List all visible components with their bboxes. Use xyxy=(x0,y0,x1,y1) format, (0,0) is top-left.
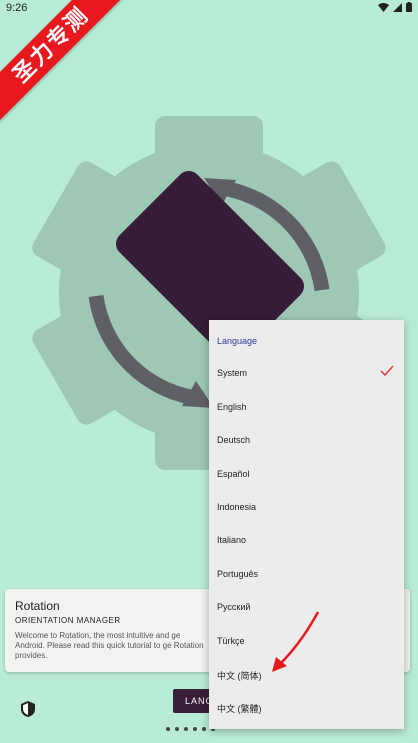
language-item-label: Indonesia xyxy=(217,502,257,512)
page-indicator xyxy=(166,727,215,731)
shield-icon[interactable] xyxy=(19,700,37,718)
page-dot xyxy=(166,727,170,731)
language-item-system[interactable]: System xyxy=(209,356,404,389)
language-menu: Language System English Deutsch Español … xyxy=(209,320,404,729)
card-title: Rotation xyxy=(15,599,60,613)
language-item-russian[interactable]: Русский xyxy=(209,590,404,623)
card-description: Welcome to Rotation, the most intuitive … xyxy=(15,631,204,660)
language-item-chinese-simplified[interactable]: 中文 (简体) xyxy=(209,657,404,690)
status-icons xyxy=(378,2,412,12)
language-item-label: 中文 (简体) xyxy=(217,671,262,681)
card-subtitle: ORIENTATION MANAGER xyxy=(15,616,121,625)
language-item-label: Italiano xyxy=(217,535,247,545)
language-item-turkce[interactable]: Türkçe xyxy=(209,624,404,657)
status-time: 9:26 xyxy=(6,2,28,14)
language-item-label: Русский xyxy=(217,602,251,612)
language-item-label: 中文 (繁體) xyxy=(217,704,262,714)
page-dot xyxy=(184,727,188,731)
signal-icon xyxy=(393,2,402,12)
language-item-indonesia[interactable]: Indonesia xyxy=(209,490,404,523)
language-item-deutsch[interactable]: Deutsch xyxy=(209,423,404,456)
language-item-label: English xyxy=(217,402,247,412)
language-item-label: Türkçe xyxy=(217,636,245,646)
page-dot xyxy=(175,727,179,731)
language-item-chinese-traditional[interactable]: 中文 (繁體) xyxy=(209,690,404,723)
wifi-icon xyxy=(378,2,389,12)
checkmark-icon xyxy=(380,365,394,377)
page-dot xyxy=(202,727,206,731)
language-item-label: Deutsch xyxy=(217,435,251,445)
language-item-english[interactable]: English xyxy=(209,390,404,423)
page-dot xyxy=(193,727,197,731)
language-item-label: Português xyxy=(217,569,259,579)
language-item-portugues[interactable]: Português xyxy=(209,557,404,590)
language-menu-header: Language xyxy=(217,336,258,346)
language-item-label: System xyxy=(217,368,248,378)
language-item-espanol[interactable]: Español xyxy=(209,457,404,490)
language-item-italiano[interactable]: Italiano xyxy=(209,523,404,556)
language-item-label: Español xyxy=(217,469,250,479)
battery-icon xyxy=(406,2,412,12)
